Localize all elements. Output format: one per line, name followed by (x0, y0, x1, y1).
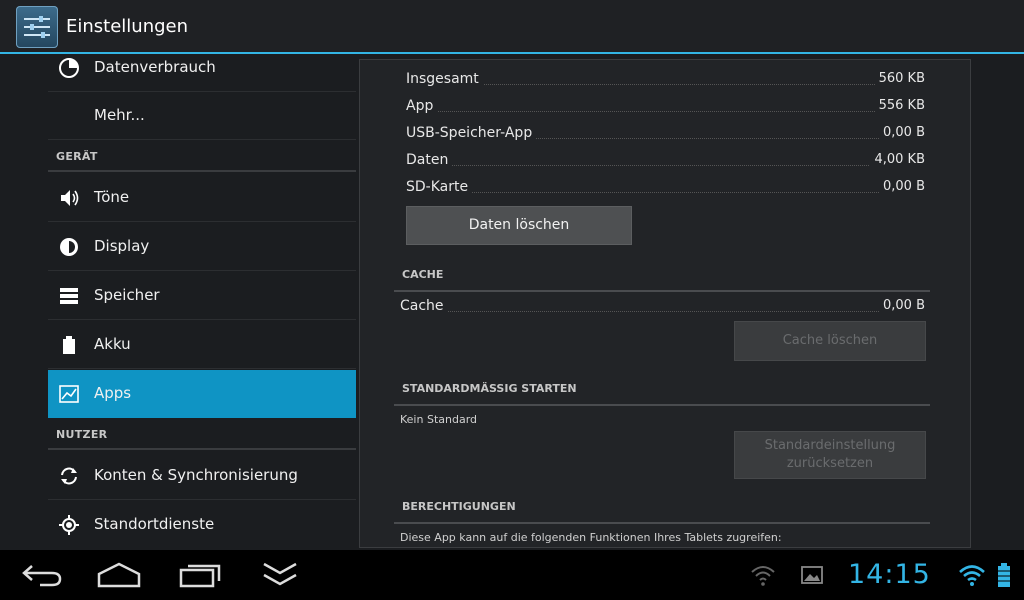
settings-sidebar: Datenverbrauch Mehr... GERÄT Töne Displa… (0, 54, 358, 550)
screenshot-notification-icon[interactable] (800, 565, 824, 585)
storage-label: SD-Karte (406, 179, 473, 195)
sidebar-item-more[interactable]: Mehr... (48, 92, 356, 140)
brightness-icon (60, 238, 78, 256)
sidebar-item-label: Display (94, 237, 150, 255)
section-header-device: GERÄT (48, 144, 356, 172)
volume-icon (61, 190, 79, 206)
button-label-line: Standardeinstellung (764, 438, 896, 453)
sidebar-item-label: Datenverbrauch (94, 58, 216, 76)
data-usage-icon (59, 58, 79, 78)
storage-row-usb-app: USB-Speicher-App 0,00 B (406, 125, 925, 145)
sidebar-item-apps[interactable]: Apps (48, 370, 356, 418)
storage-label: Insgesamt (406, 71, 483, 87)
storage-value: 0,00 B (879, 125, 925, 140)
back-icon[interactable] (20, 560, 64, 590)
home-icon[interactable] (96, 560, 142, 590)
storage-label: Daten (406, 152, 453, 168)
button-label-line: zurücksetzen (786, 456, 874, 471)
sidebar-item-label: Akku (94, 335, 131, 353)
storage-icon (60, 288, 78, 304)
recent-apps-icon[interactable] (178, 560, 224, 590)
launch-default-text: Kein Standard (400, 413, 477, 426)
sidebar-item-battery[interactable]: Akku (48, 321, 356, 369)
clear-data-button[interactable]: Daten löschen (406, 206, 632, 245)
menu-chevron-icon[interactable] (260, 560, 300, 590)
location-icon (59, 515, 79, 535)
sidebar-item-label: Speicher (94, 286, 160, 304)
battery-icon (63, 336, 75, 354)
sync-icon (61, 467, 77, 485)
cache-row: Cache 0,00 B (400, 298, 925, 318)
apps-icon (59, 385, 79, 403)
storage-label: USB-Speicher-App (406, 125, 537, 141)
status-clock[interactable]: 14:15 (848, 559, 931, 590)
battery-status-icon (998, 563, 1010, 587)
page-title: Einstellungen (66, 16, 189, 37)
section-header-launch-default: STANDARDMÄSSIG STARTEN (394, 382, 930, 406)
sidebar-item-storage[interactable]: Speicher (48, 272, 356, 320)
storage-value: 0,00 B (879, 179, 925, 194)
sidebar-item-accounts-sync[interactable]: Konten & Synchronisierung (48, 452, 356, 500)
storage-row-data: Daten 4,00 KB (406, 152, 925, 172)
section-header-permissions: BERECHTIGUNGEN (394, 500, 930, 524)
sidebar-item-label: Apps (94, 384, 132, 402)
storage-value: 560 KB (874, 71, 925, 86)
cache-label: Cache (400, 298, 448, 314)
reset-defaults-button[interactable]: Standardeinstellung zurücksetzen (734, 431, 926, 479)
storage-row-total: Insgesamt 560 KB (406, 71, 925, 91)
sidebar-item-display[interactable]: Display (48, 223, 356, 271)
sidebar-item-label: Standortdienste (94, 515, 215, 533)
wifi-icon (959, 565, 985, 586)
section-header-user: NUTZER (48, 422, 356, 450)
storage-value: 4,00 KB (870, 152, 925, 167)
permissions-text: Diese App kann auf die folgenden Funktio… (400, 531, 782, 544)
sidebar-item-label: Konten & Synchronisierung (94, 466, 298, 484)
cache-value: 0,00 B (879, 298, 925, 313)
action-bar: Einstellungen (0, 0, 1024, 54)
clear-cache-button[interactable]: Cache löschen (734, 321, 926, 361)
settings-app-icon[interactable] (16, 6, 58, 48)
storage-label: App (406, 98, 438, 114)
sliders-icon (24, 16, 50, 38)
sidebar-item-location[interactable]: Standortdienste (48, 501, 356, 549)
storage-value: 556 KB (874, 98, 925, 113)
sidebar-item-data-usage[interactable]: Datenverbrauch (48, 54, 356, 92)
section-header-cache: CACHE (394, 268, 930, 292)
sidebar-item-sounds[interactable]: Töne (48, 174, 356, 222)
wifi-weak-icon (751, 566, 775, 586)
app-info-panel: Insgesamt 560 KB App 556 KB USB-Speicher… (359, 59, 971, 548)
storage-row-app: App 556 KB (406, 98, 925, 118)
sidebar-item-label: Töne (94, 188, 130, 206)
sidebar-item-label: Mehr... (94, 106, 145, 124)
system-bar: 14:15 (0, 550, 1024, 600)
storage-row-sd-card: SD-Karte 0,00 B (406, 179, 925, 199)
